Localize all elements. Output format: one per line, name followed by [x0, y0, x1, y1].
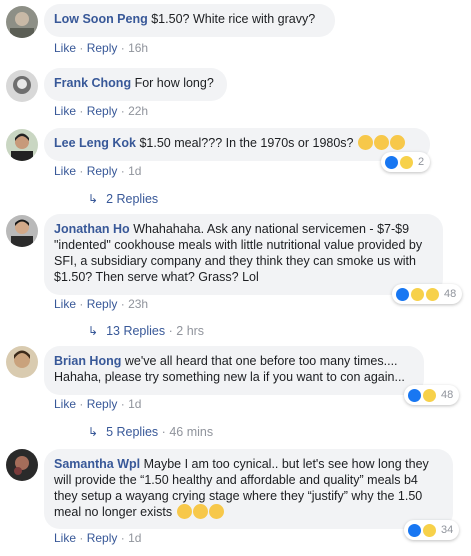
separator: · — [79, 104, 87, 118]
reaction-count: 48 — [441, 389, 454, 401]
comment-author[interactable]: Frank Chong — [54, 76, 131, 90]
separator: · — [79, 531, 87, 545]
reaction-summary[interactable]: 34 — [404, 520, 460, 540]
unamused-emoji-icon — [208, 504, 224, 519]
separator: · — [120, 164, 129, 178]
replies-label[interactable]: 2 Replies — [106, 192, 158, 206]
comment-actions: Like · Reply · 1d — [54, 396, 141, 412]
reaction-summary[interactable]: 48 — [392, 284, 463, 304]
view-replies-link[interactable]: ↳ 2 Replies — [88, 191, 158, 207]
comment-text: $1.50 meal??? In the 1970s or 1980s? — [139, 136, 354, 150]
reaction-summary[interactable]: 2 — [381, 152, 431, 172]
comment-author[interactable]: Jonathan Ho — [54, 222, 130, 236]
like-link[interactable]: Like — [54, 397, 76, 411]
comment-bubble: Low Soon Peng $1.50? White rice with gra… — [44, 4, 335, 37]
like-link[interactable]: Like — [54, 531, 76, 545]
avatar[interactable] — [6, 449, 38, 481]
reply-arrow-icon: ↳ — [88, 425, 99, 439]
rofl-emoji-icon — [374, 135, 389, 150]
comment-bubble: Brian Hong we've all heard that one befo… — [44, 346, 424, 395]
haha-reaction-icon — [399, 154, 414, 170]
haha-reaction-icon — [422, 522, 437, 538]
view-replies-link[interactable]: ↳ 5 Replies · 46 mins — [88, 424, 213, 440]
reaction-summary[interactable]: 48 — [404, 385, 460, 405]
wow-reaction-icon — [425, 286, 440, 302]
like-reaction-icon — [384, 154, 399, 170]
like-reaction-icon — [407, 387, 422, 403]
view-replies-link[interactable]: ↳ 13 Replies · 2 hrs — [88, 323, 204, 339]
avatar-image — [6, 129, 38, 161]
comment-bubble: Samantha Wpl Maybe I am too cynical.. bu… — [44, 449, 453, 529]
separator: · — [120, 531, 129, 545]
rofl-emoji-icon — [358, 135, 373, 150]
thinking-emoji-icon — [176, 504, 192, 519]
avatar[interactable] — [6, 70, 38, 102]
avatar[interactable] — [6, 6, 38, 38]
replies-label[interactable]: 13 Replies — [106, 324, 165, 338]
avatar-image — [6, 70, 38, 102]
separator: · — [79, 397, 87, 411]
comment-time[interactable]: 22h — [128, 104, 148, 118]
avatar[interactable] — [6, 129, 38, 161]
separator: · — [79, 297, 87, 311]
like-link[interactable]: Like — [54, 164, 76, 178]
avatar-image — [6, 346, 38, 378]
separator: · — [120, 397, 129, 411]
thinking-emoji-icon — [192, 504, 208, 519]
reply-link[interactable]: Reply — [87, 41, 118, 55]
comment-actions: Like · Reply · 16h — [54, 40, 148, 56]
comment-text: $1.50? White rice with gravy? — [151, 12, 316, 26]
comment-author[interactable]: Lee Leng Kok — [54, 136, 136, 150]
avatar[interactable] — [6, 215, 38, 247]
haha-reaction-icon — [410, 286, 425, 302]
comment-time[interactable]: 1d — [128, 397, 141, 411]
like-link[interactable]: Like — [54, 297, 76, 311]
reaction-count: 48 — [444, 288, 457, 300]
comment-actions: Like · Reply · 1d — [54, 163, 141, 179]
comment-text: For how long? — [134, 76, 214, 90]
comment-time[interactable]: 16h — [128, 41, 148, 55]
reaction-count: 2 — [418, 156, 425, 168]
separator: · — [120, 297, 129, 311]
comment-actions: Like · Reply · 22h — [54, 103, 148, 119]
separator: · — [79, 164, 87, 178]
like-link[interactable]: Like — [54, 104, 76, 118]
reaction-count: 34 — [441, 524, 454, 536]
replies-time: 2 hrs — [176, 324, 205, 338]
reply-link[interactable]: Reply — [87, 531, 118, 545]
separator: · — [120, 104, 129, 118]
separator: · — [79, 41, 87, 55]
comment-time[interactable]: 1d — [128, 164, 141, 178]
avatar[interactable] — [6, 346, 38, 378]
avatar-image — [6, 6, 38, 38]
comment-bubble: Frank Chong For how long? — [44, 68, 227, 101]
reply-link[interactable]: Reply — [87, 297, 118, 311]
reply-arrow-icon: ↳ — [88, 192, 99, 206]
avatar-image — [6, 215, 38, 247]
reply-arrow-icon: ↳ — [88, 324, 99, 338]
replies-label[interactable]: 5 Replies — [106, 425, 158, 439]
reply-link[interactable]: Reply — [87, 397, 118, 411]
comment-author[interactable]: Low Soon Peng — [54, 12, 148, 26]
comment-time[interactable]: 1d — [128, 531, 141, 545]
like-link[interactable]: Like — [54, 41, 76, 55]
haha-reaction-icon — [422, 387, 437, 403]
comment-actions: Like · Reply · 23h — [54, 296, 148, 312]
like-reaction-icon — [395, 286, 410, 302]
rofl-emoji-icon — [390, 135, 405, 150]
reply-link[interactable]: Reply — [87, 164, 118, 178]
separator: · — [120, 41, 129, 55]
comment-bubble: Lee Leng Kok $1.50 meal??? In the 1970s … — [44, 128, 430, 161]
comment-author[interactable]: Brian Hong — [54, 354, 121, 368]
comment-actions: Like · Reply · 1d — [54, 530, 141, 546]
like-reaction-icon — [407, 522, 422, 538]
replies-time: 46 mins — [169, 425, 214, 439]
avatar-image — [6, 449, 38, 481]
comment-time[interactable]: 23h — [128, 297, 148, 311]
comment-author[interactable]: Samantha Wpl — [54, 457, 140, 471]
comment-bubble: Jonathan Ho Whahahaha. Ask any national … — [44, 214, 443, 295]
reply-link[interactable]: Reply — [87, 104, 118, 118]
